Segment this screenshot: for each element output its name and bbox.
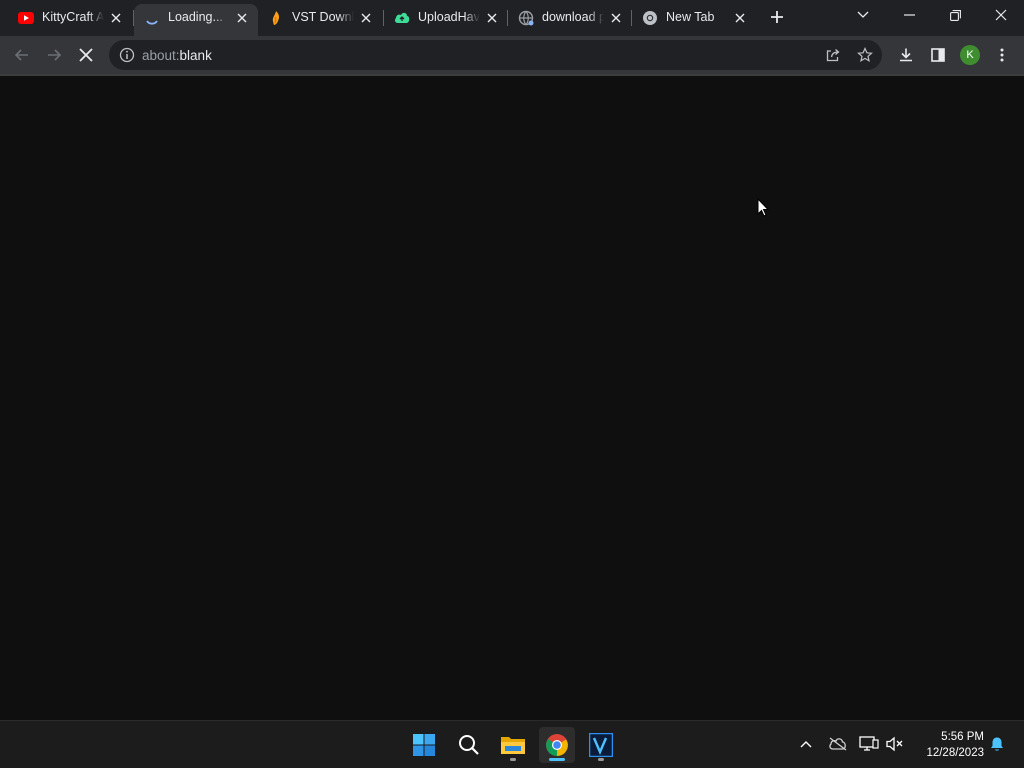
running-indicator [510, 758, 516, 761]
downloads-button[interactable] [893, 42, 919, 68]
close-icon[interactable] [484, 10, 500, 26]
forward-button[interactable] [41, 42, 67, 68]
notifications-button[interactable] [986, 733, 1008, 755]
avatar: K [960, 45, 980, 65]
vegas-taskbar-button[interactable] [583, 727, 619, 763]
tab-youtube[interactable]: KittyCraft A [8, 4, 132, 32]
windows-start-icon [413, 734, 435, 756]
clock-time: 5:56 PM [941, 731, 984, 743]
search-button[interactable] [451, 727, 487, 763]
file-explorer-button[interactable] [495, 727, 531, 763]
chevron-down-icon [857, 11, 869, 18]
volume-muted-icon [886, 736, 903, 752]
side-panel-icon [931, 48, 945, 62]
loading-spinner-icon [144, 10, 160, 26]
clock-date: 12/28/2023 [926, 747, 984, 759]
stop-loading-button[interactable] [73, 42, 99, 68]
youtube-icon [18, 10, 34, 26]
globe-icon [518, 10, 534, 26]
close-window-button[interactable] [978, 0, 1024, 30]
running-indicator [549, 758, 565, 761]
plus-icon [771, 11, 783, 23]
close-icon [995, 9, 1007, 21]
search-icon [459, 735, 479, 755]
tab-uploadhaven[interactable]: UploadHave [384, 4, 508, 32]
network-button[interactable] [858, 733, 880, 755]
side-panel-button[interactable] [925, 42, 951, 68]
taskbar: 5:56 PM 12/28/2023 [0, 720, 1024, 768]
arrow-right-icon [48, 49, 62, 61]
vegas-icon [589, 733, 613, 757]
tab-title: UploadHave [418, 10, 480, 24]
page-content[interactable] [0, 76, 1024, 720]
tab-title: New Tab [666, 10, 715, 24]
info-icon[interactable] [119, 47, 135, 63]
close-icon[interactable] [732, 10, 748, 26]
tab-new-tab[interactable]: New Tab [632, 4, 756, 32]
browser-toolbar: about:blank K [0, 36, 1024, 74]
close-icon [79, 48, 93, 62]
share-icon[interactable] [825, 47, 841, 63]
tab-title: download p [542, 10, 604, 24]
arrow-left-icon [14, 49, 28, 61]
tab-loading[interactable]: Loading... [134, 4, 258, 36]
show-hidden-icons-button[interactable] [795, 733, 817, 755]
volume-button[interactable] [884, 733, 906, 755]
profile-button[interactable]: K [957, 42, 983, 68]
chrome-menu-button[interactable] [989, 42, 1015, 68]
star-icon[interactable] [857, 47, 873, 63]
onedrive-button[interactable] [827, 733, 849, 755]
url-scheme: about: [142, 48, 180, 63]
cloud-upload-icon [394, 10, 410, 26]
close-icon[interactable] [608, 10, 624, 26]
chevron-up-icon [800, 741, 812, 748]
network-icon [859, 736, 879, 751]
close-icon[interactable] [234, 10, 250, 26]
tab-download[interactable]: download p [508, 4, 632, 32]
restore-icon [949, 9, 961, 21]
tab-vst[interactable]: VST Downlo [258, 4, 382, 32]
download-icon [900, 48, 912, 62]
tab-title: VST Downlo [292, 10, 354, 24]
minimize-button[interactable] [886, 0, 932, 30]
tab-search-button[interactable] [840, 0, 886, 30]
bell-icon [991, 737, 1003, 751]
running-indicator [598, 758, 604, 761]
mouse-cursor-icon [757, 198, 769, 217]
chrome-icon [546, 734, 568, 756]
file-explorer-icon [501, 737, 525, 754]
tab-strip: KittyCraft A Loading... VST Downlo Uploa… [0, 0, 1024, 36]
tab-title: KittyCraft A [42, 10, 104, 24]
start-button[interactable] [406, 727, 442, 763]
cloud-off-icon [829, 737, 847, 751]
address-bar[interactable]: about:blank [109, 40, 882, 70]
url-text[interactable]: about:blank [142, 48, 212, 63]
chrome-icon [642, 10, 658, 26]
chrome-taskbar-button[interactable] [539, 727, 575, 763]
back-button[interactable] [9, 42, 35, 68]
url-host: blank [179, 48, 212, 63]
clock[interactable]: 5:56 PM 12/28/2023 [914, 729, 984, 761]
kebab-menu-icon [1000, 48, 1004, 62]
close-icon[interactable] [108, 10, 124, 26]
close-icon[interactable] [358, 10, 374, 26]
restore-button[interactable] [932, 0, 978, 30]
tab-title: Loading... [168, 10, 223, 24]
fl-studio-icon [268, 10, 284, 26]
new-tab-button[interactable] [766, 6, 788, 28]
minimize-icon [903, 14, 915, 16]
